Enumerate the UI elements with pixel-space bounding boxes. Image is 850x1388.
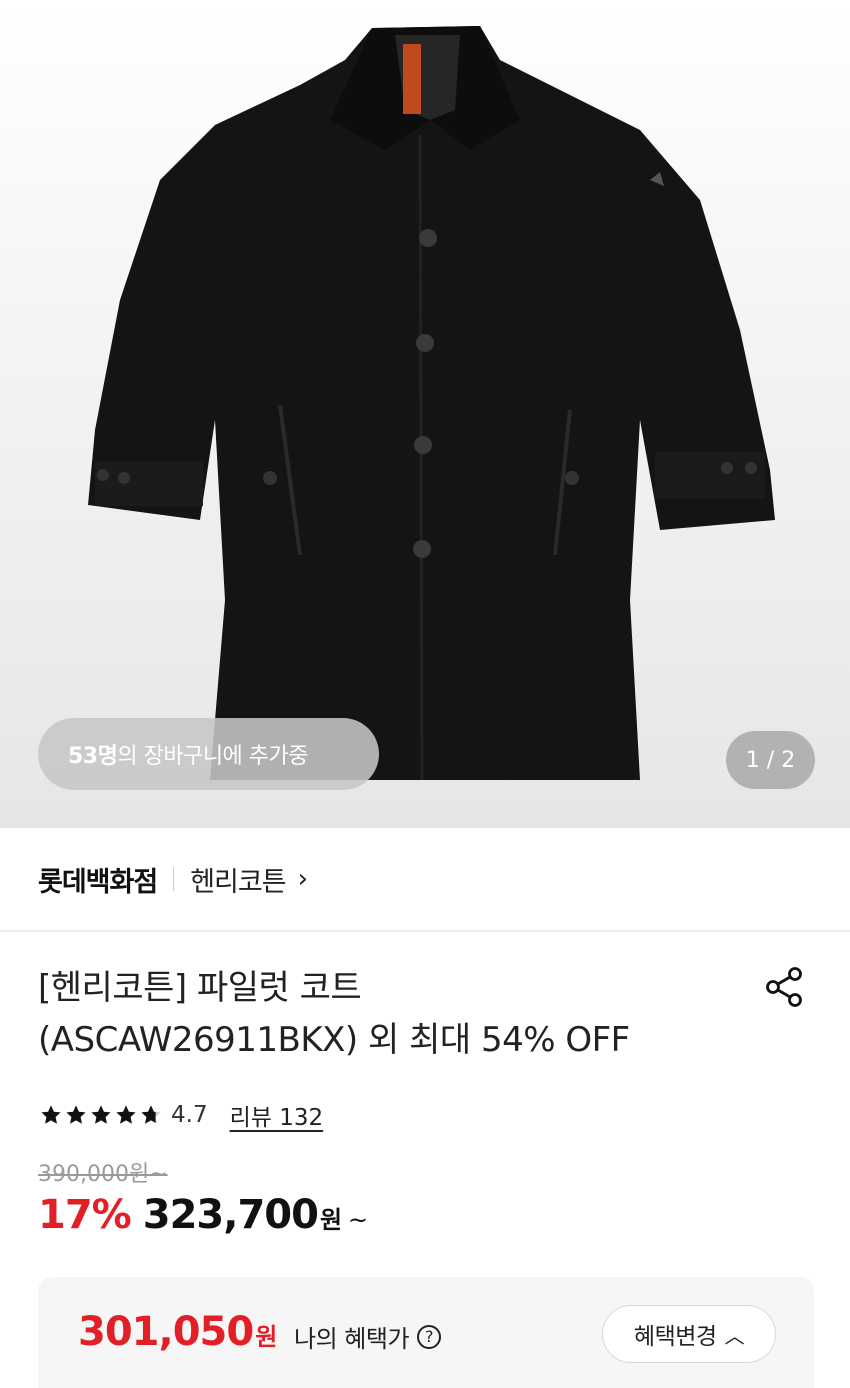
cart-count: 53명 [68,744,118,769]
product-title-line1: [헨리코튼] 파일럿 코트 [38,968,362,1008]
question-circle-icon[interactable]: ? [417,1324,442,1349]
star-icon [41,1105,61,1124]
divider [173,867,175,891]
star-icon [116,1105,136,1124]
benefit-label-row: 나의 혜택가 ? [294,1319,442,1354]
sale-price: 323,700 [142,1192,319,1238]
store-brand-row: 롯데백화점 헨리코튼 › [0,828,850,932]
star-icon [91,1105,111,1124]
product-title-line2: (ASCAW26911BKX) 외 최대 54% OFF [38,1020,630,1060]
sale-currency: 원 [319,1206,343,1234]
product-image [88,26,775,781]
image-page-indicator: 1 / 2 [726,731,815,789]
cart-activity-badge: 53명 의 장바구니에 추가중 [38,718,379,790]
benefit-currency: 원 [255,1323,278,1351]
benefit-price-box: 301,050 원 나의 혜택가 ? 혜택변경 ︿ [38,1277,814,1388]
star-half-icon [141,1105,161,1124]
benefit-price: 301,050 원 [78,1309,277,1355]
sale-price-range-mark: ~ [348,1206,369,1234]
share-button[interactable] [762,964,808,1010]
product-title: [헨리코튼] 파일럿 코트 (ASCAW26911BKX) 외 최대 54% O… [38,962,728,1066]
share-icon [766,967,802,1007]
store-name[interactable]: 롯데백화점 [38,860,158,899]
rating-score: 4.7 [171,1102,208,1128]
product-image-carousel[interactable]: 53명 의 장바구니에 추가중 1 / 2 [0,0,850,828]
chevron-right-icon: › [297,864,308,894]
cart-activity-text: 의 장바구니에 추가중 [117,744,309,769]
benefit-label: 나의 혜택가 [294,1325,410,1353]
sale-price-row: 17% 323,700 원 ~ [38,1192,368,1238]
brand-link[interactable]: 헨리코튼 › [190,860,308,899]
original-price: 390,000원~ [38,1162,168,1187]
chevron-up-icon: ︿ [724,1323,745,1348]
rating-row: 4.7 리뷰 132 [40,1098,323,1132]
brand-name: 헨리코튼 [190,866,286,898]
change-benefit-label: 혜택변경 [633,1324,717,1350]
benefit-amount: 301,050 [78,1309,254,1355]
review-link[interactable]: 리뷰 132 [230,1098,324,1132]
change-benefit-button[interactable]: 혜택변경 ︿ [602,1305,776,1363]
discount-rate: 17% [38,1192,132,1238]
star-icon [66,1105,86,1124]
rating-stars [40,1104,165,1126]
